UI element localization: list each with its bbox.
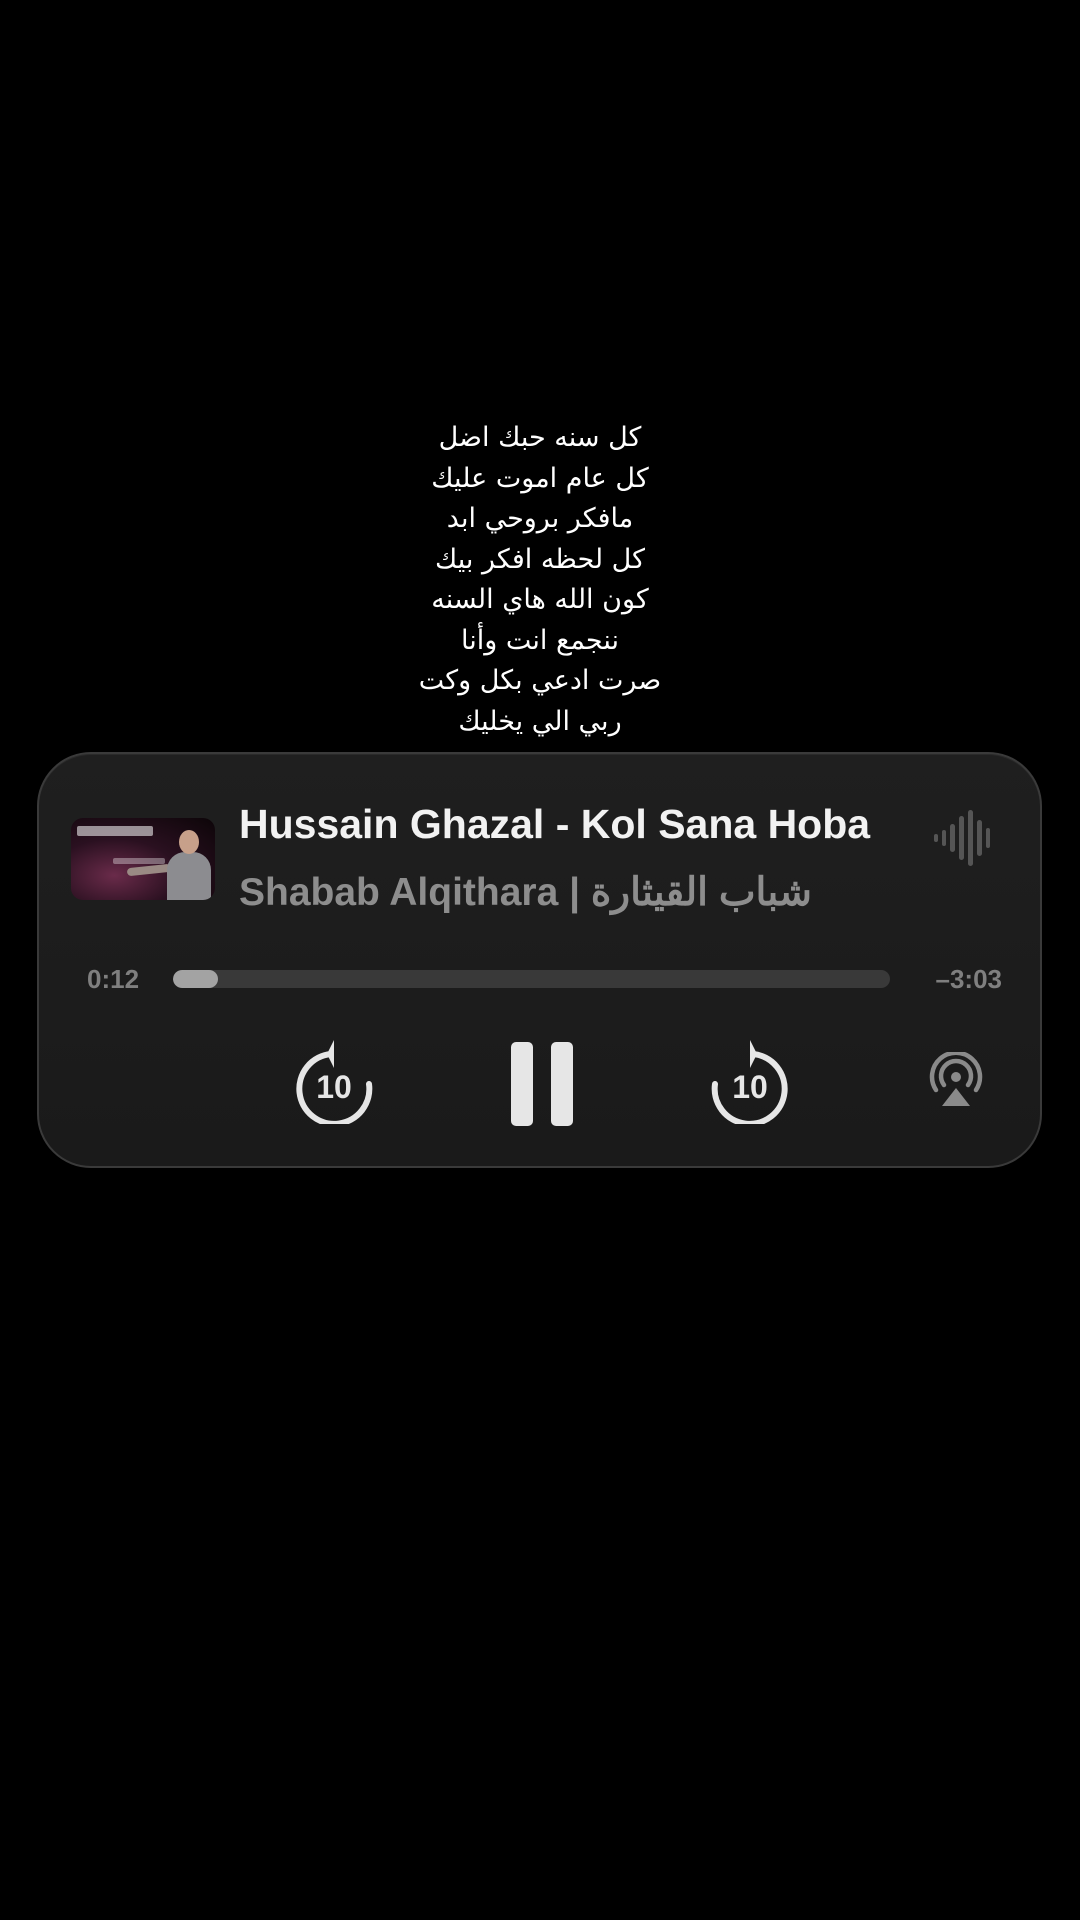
skip-back-10-button[interactable]: 10	[294, 1034, 376, 1124]
pause-icon	[511, 1042, 573, 1126]
lyric-line: ننجمع انت وأنا	[460, 624, 620, 656]
lyric-line: مافكر بروحي ابد	[446, 503, 634, 534]
lyrics: كل سنه حبك اضل كل عام اموت عليك مافكر بر…	[0, 418, 1080, 742]
track-title: Hussain Ghazal - Kol Sana Hoba	[239, 801, 871, 847]
skip-forward-label: 10	[732, 1069, 768, 1105]
skip-forward-10-button[interactable]: 10	[708, 1034, 790, 1124]
skip-back-10-icon: 10	[296, 1040, 373, 1124]
airplay-audio-icon	[929, 1052, 983, 1106]
now-playing-widget[interactable]: Hussain Ghazal - Kol Sana Hoba Shabab Al…	[37, 752, 1042, 1168]
progress-scrubber[interactable]	[173, 970, 890, 988]
pause-button[interactable]	[509, 1040, 575, 1128]
lyric-line: كل سنه حبك اضل	[438, 422, 642, 453]
track-artist[interactable]: Shabab Alqithara | شباب القيثارة	[239, 866, 899, 920]
album-artwork[interactable]	[71, 818, 215, 900]
lyric-line: كل عام اموت عليك	[431, 462, 649, 494]
airplay-button[interactable]	[925, 1052, 987, 1110]
progress-fill	[173, 970, 219, 988]
elapsed-time: 0:12	[87, 964, 140, 994]
skip-back-label: 10	[316, 1069, 352, 1105]
skip-forward-10-icon: 10	[711, 1040, 788, 1124]
lyric-line: كون الله هاي السنه	[431, 584, 649, 615]
lyric-line: كل لحظه افكر بيك	[435, 543, 645, 575]
lyric-line: صرت ادعي بكل وكت	[418, 665, 662, 696]
remaining-time: –3:03	[935, 964, 1003, 994]
waveform-icon	[934, 810, 990, 866]
lyric-line: ربي الي يخليك	[458, 705, 622, 737]
